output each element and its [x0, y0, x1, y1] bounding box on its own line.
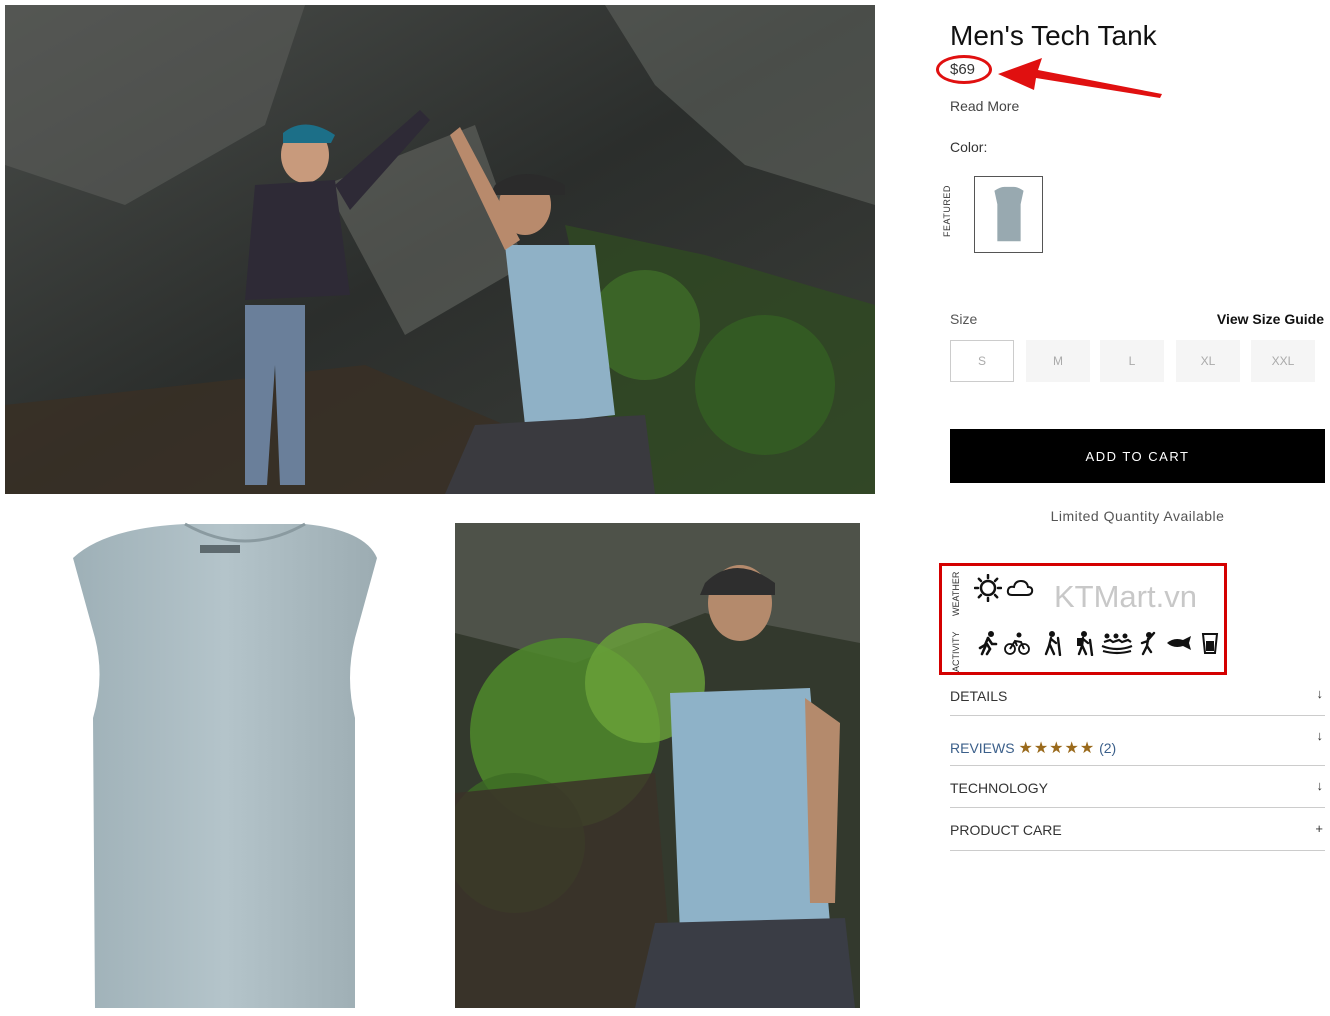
product-care-label: PRODUCT CARE: [950, 822, 1062, 838]
climbing-icon: [1140, 631, 1156, 656]
climber-photo: [455, 523, 860, 1008]
activity-label: ACTIVITY: [951, 631, 961, 672]
technology-label: TECHNOLOGY: [950, 780, 1049, 796]
drink-icon: [1201, 633, 1219, 654]
cloud-icon: [1006, 579, 1034, 596]
star-rating: ★★★★★: [1018, 740, 1096, 757]
details-label: DETAILS: [950, 688, 1008, 704]
product-tank-image: [5, 518, 445, 1010]
weather-label: WEATHER: [951, 571, 961, 616]
chevron-down-icon: ↓: [1316, 686, 1324, 701]
running-icon: [978, 631, 998, 656]
price-highlight-circle: [936, 55, 992, 84]
reviews-label: REVIEWS: [950, 740, 1015, 756]
view-size-guide-link[interactable]: View Size Guide: [1217, 311, 1324, 327]
read-more-link[interactable]: Read More: [950, 98, 1019, 114]
chevron-down-icon: ↓: [1316, 778, 1324, 793]
conditions-panel: WEATHER ACTIVITY KTMart.vn: [939, 563, 1227, 675]
cycling-icon: [1004, 632, 1030, 655]
annotation-arrow-icon: [998, 58, 1162, 98]
color-label: Color:: [950, 139, 988, 155]
hiking-icon: [1044, 631, 1062, 656]
featured-group-label: FEATURED: [942, 185, 952, 237]
size-label: Size: [950, 311, 978, 327]
technology-accordion[interactable]: TECHNOLOGY ↓: [950, 766, 1325, 808]
backpacking-icon: [1077, 631, 1094, 656]
add-to-cart-button[interactable]: ADD TO CART: [950, 429, 1325, 483]
tank-thumbnail-icon: [994, 186, 1024, 242]
size-option-l[interactable]: L: [1100, 340, 1164, 382]
plus-icon: +: [1315, 821, 1323, 836]
rafting-icon: [1101, 633, 1133, 655]
reviews-accordion[interactable]: REVIEWS ★★★★★ (2) ↓: [950, 728, 1325, 766]
review-count: (2): [1099, 740, 1117, 756]
chevron-down-icon: ↓: [1316, 728, 1324, 743]
size-option-xxl[interactable]: XXL: [1251, 340, 1315, 382]
watermark-text: KTMart.vn: [1054, 579, 1197, 614]
size-option-m[interactable]: M: [1026, 340, 1090, 382]
fishing-icon: [1167, 636, 1191, 650]
sun-icon: [974, 574, 1002, 602]
availability-text: Limited Quantity Available: [1050, 508, 1225, 524]
product-care-accordion[interactable]: PRODUCT CARE +: [950, 808, 1325, 851]
size-option-s[interactable]: S: [950, 340, 1014, 382]
color-swatch-selected[interactable]: [974, 176, 1043, 253]
hero-photo: [5, 5, 875, 494]
product-title: Men's Tech Tank: [950, 20, 1157, 51]
size-option-xl[interactable]: XL: [1176, 340, 1240, 382]
details-accordion[interactable]: DETAILS ↓: [950, 686, 1325, 716]
